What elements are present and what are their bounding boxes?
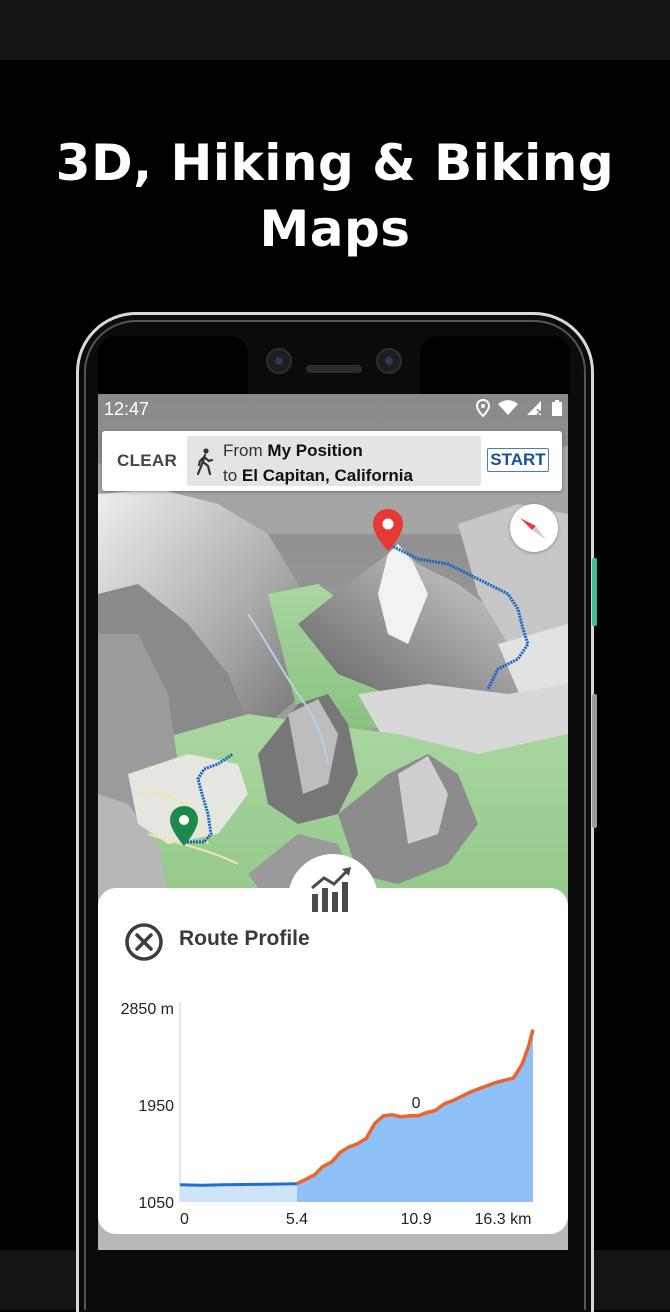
phone-top-right [420,336,570,394]
y-tick-label: 1950 [138,1098,174,1115]
status-clock: 12:47 [104,399,150,419]
route-from-prefix: From [223,441,263,460]
route-from-value: My Position [267,441,363,460]
x-tick-label: 5.4 [286,1211,308,1228]
start-button[interactable]: START [487,448,549,472]
phone-top-left [98,336,248,394]
front-camera-right [376,348,402,374]
signal-icon [527,401,544,416]
phone-speaker [306,365,362,373]
battery-icon [552,400,562,416]
x-tick-label: 0 [180,1211,189,1228]
route-to-prefix: to [223,466,238,485]
wifi-icon [498,400,518,415]
location-icon [476,399,490,417]
phone-volume-button [592,694,597,828]
status-bar: 12:47 [98,394,568,424]
promo-title-line-2: Maps [259,200,411,258]
chart-trend-icon[interactable] [308,864,358,914]
x-tick-label: 16.3 km [475,1211,532,1228]
compass-icon [520,518,546,540]
status-icons [476,399,562,417]
close-circle-icon[interactable] [124,922,164,962]
route-to-value: El Capitan, California [241,466,413,485]
profile-line-completed [179,1182,297,1187]
top-band [0,0,670,60]
clear-button[interactable]: CLEAR [117,451,177,471]
cursor-label: 0 [412,1095,421,1112]
phone-power-button [592,558,597,626]
y-tick-label: 1050 [138,1195,174,1212]
route-profile-title: Route Profile [179,927,310,950]
y-tick-label: 2850 m [121,1001,174,1018]
compass-button[interactable] [510,504,558,552]
promo-title: 3D, Hiking & Biking Maps [0,130,670,262]
route-search-bar: CLEAR From My Position to El Capitan, Ca… [102,431,562,491]
x-tick-label: 10.9 [400,1211,431,1228]
route-from: From My Position [223,441,363,461]
front-camera-left [266,348,292,374]
elevation-chart[interactable]: 2850 m 1950 1050 0 5.4 10.9 16.3 km 0 [98,990,568,1235]
promo-title-line-1: 3D, Hiking & Biking [55,134,615,192]
walk-icon [196,448,214,476]
route-to: to El Capitan, California [223,466,413,486]
app-screen: 12:47 CLEAR From My Position to El Capit… [98,394,568,1250]
route-field[interactable]: From My Position to El Capitan, Californ… [187,436,481,486]
